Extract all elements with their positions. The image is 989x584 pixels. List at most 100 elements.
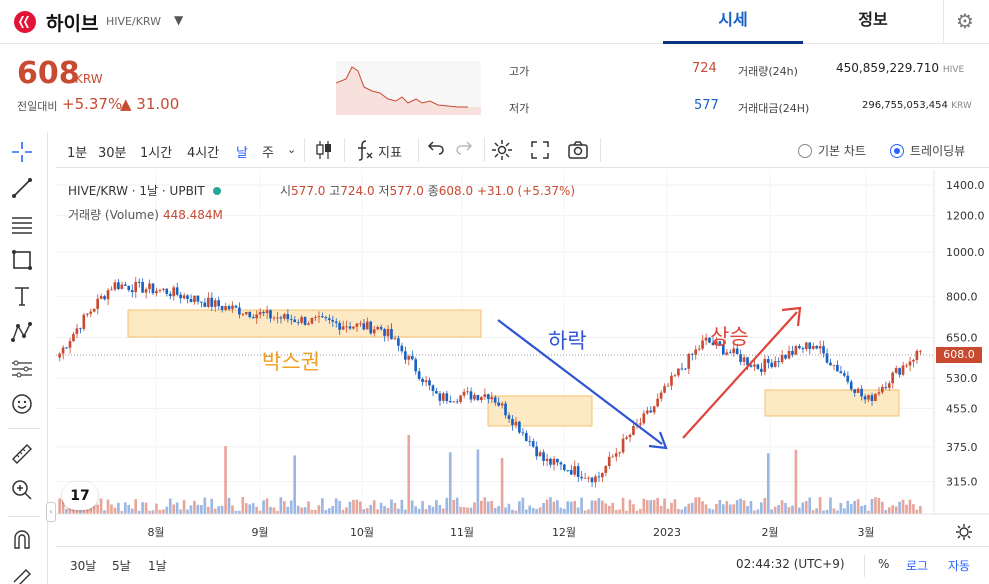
volume-bar xyxy=(438,505,442,514)
prediction-tool-icon[interactable] xyxy=(10,356,38,384)
basic-chart-radio[interactable] xyxy=(798,144,812,158)
trend-line-icon[interactable] xyxy=(10,176,38,204)
magnet-icon[interactable] xyxy=(10,528,38,556)
candle-body xyxy=(466,391,469,393)
candle-body xyxy=(625,437,628,439)
tab-market[interactable]: 시세 xyxy=(663,0,803,44)
timeframe-more-chevron-down-icon[interactable]: ⌄ xyxy=(287,143,296,156)
timeframe-4h[interactable]: 4시간 xyxy=(187,142,219,161)
range-1d[interactable]: 1날 xyxy=(148,557,167,574)
tradingview-label[interactable]: 트레이딩뷰 xyxy=(910,142,965,159)
candle-body xyxy=(435,390,438,394)
zoom-in-icon[interactable] xyxy=(10,478,38,506)
toolbar-divider xyxy=(344,138,345,162)
volume-bar xyxy=(590,500,594,514)
volume-bar xyxy=(559,507,563,514)
price-tick-label: 1000.0 xyxy=(946,246,985,259)
timeframe-week[interactable]: 주 xyxy=(262,142,274,161)
text-tool-icon[interactable] xyxy=(10,284,38,312)
candle-body xyxy=(680,368,684,370)
candle-body xyxy=(656,398,659,407)
low-value: 577 xyxy=(694,98,719,113)
volume-bar xyxy=(877,497,881,514)
range-30d[interactable]: 30날 xyxy=(70,557,96,574)
volume-bar xyxy=(441,508,445,514)
candle-body xyxy=(597,476,601,478)
candle-body xyxy=(345,326,348,328)
candle-body xyxy=(137,281,141,283)
candle-body xyxy=(265,310,269,314)
volume-bar xyxy=(860,505,863,514)
volume-bar xyxy=(822,510,825,514)
candle-body xyxy=(697,348,701,350)
volume-bar xyxy=(338,500,341,514)
candle-body xyxy=(445,393,449,402)
undo-icon[interactable] xyxy=(424,138,448,162)
volume-bar xyxy=(455,497,459,514)
horizontal-lines-icon[interactable] xyxy=(10,212,38,240)
change-value: ▲ 31.00 xyxy=(120,95,180,113)
volume-bar xyxy=(642,498,646,514)
candle-body xyxy=(258,312,262,315)
range-5d[interactable]: 5날 xyxy=(112,557,131,574)
volume-bar xyxy=(383,506,386,514)
settings-gear-icon[interactable]: ⚙ xyxy=(956,9,974,33)
candle-body xyxy=(770,362,774,367)
candle-body xyxy=(120,284,124,289)
candle-body xyxy=(141,282,144,293)
clock-timezone[interactable]: 02:44:32 (UTC+9) xyxy=(736,557,845,571)
price-tick-label: 650.0 xyxy=(946,332,978,345)
time-axis-settings-gear-icon[interactable] xyxy=(956,524,972,540)
candle-body xyxy=(365,321,369,330)
chart-symbol: HIVE/KRW · 1날 · UPBIT xyxy=(68,184,205,198)
timeframe-day[interactable]: 날 xyxy=(236,142,248,161)
candlestick-type-icon[interactable] xyxy=(312,138,336,162)
redo-icon[interactable] xyxy=(452,138,476,162)
auto-scale-toggle[interactable]: 자동 xyxy=(948,557,970,574)
tradingview-logo-icon[interactable]: 17 xyxy=(62,482,98,510)
volume-bar xyxy=(535,509,538,514)
rectangle-icon[interactable] xyxy=(10,248,38,276)
candle-body xyxy=(849,381,853,390)
timeframe-1h[interactable]: 1시간 xyxy=(140,142,172,161)
volume-bar xyxy=(155,503,158,514)
price-chart[interactable]: 1400.0 1200.0 1000.0 800.0 650.0 530.0 455.0 37… xyxy=(56,170,989,544)
coin-select-chevron-down-icon[interactable]: ▼ xyxy=(174,13,183,27)
candle-body xyxy=(493,397,497,403)
chart-settings-gear-icon[interactable] xyxy=(490,138,514,162)
emoji-icon[interactable] xyxy=(10,392,38,420)
timeframe-1m[interactable]: 1분 xyxy=(67,142,87,161)
collapse-toolbar-chevron-icon[interactable]: ‹ xyxy=(46,502,56,522)
candle-body xyxy=(286,314,290,320)
ruler-icon[interactable] xyxy=(10,442,38,470)
volume-bar xyxy=(397,508,400,514)
tradingview-radio[interactable] xyxy=(890,144,904,158)
candle-body xyxy=(590,477,594,483)
fullscreen-icon[interactable] xyxy=(528,138,552,162)
crosshair-icon[interactable] xyxy=(10,140,38,168)
volume-bar xyxy=(493,507,497,514)
candle-body xyxy=(220,306,224,310)
screenshot-camera-icon[interactable] xyxy=(566,138,590,162)
lock-drawing-icon[interactable] xyxy=(10,562,38,584)
pattern-tool-icon[interactable] xyxy=(10,320,38,348)
candle-body xyxy=(189,298,193,303)
timeframe-30m[interactable]: 30분 xyxy=(98,142,127,161)
volume-bar xyxy=(279,497,283,514)
percent-scale-toggle[interactable]: % xyxy=(878,557,889,571)
indicators-label[interactable]: 지표 xyxy=(378,142,402,161)
indicators-fx-icon[interactable] xyxy=(352,138,376,162)
candle-body xyxy=(763,359,767,372)
tab-info[interactable]: 정보 xyxy=(803,0,943,44)
candle-body xyxy=(428,380,431,386)
candle-body xyxy=(414,359,417,372)
candle-body xyxy=(562,464,566,471)
candle-body xyxy=(334,321,338,323)
volume-bar xyxy=(348,501,352,514)
log-scale-toggle[interactable]: 로그 xyxy=(906,557,928,574)
basic-chart-label[interactable]: 기본 차트 xyxy=(818,142,866,159)
volume-bar xyxy=(231,505,234,514)
volume-bar xyxy=(428,505,431,514)
candle-body xyxy=(293,319,297,323)
price-tick-label: 315.0 xyxy=(946,476,978,489)
